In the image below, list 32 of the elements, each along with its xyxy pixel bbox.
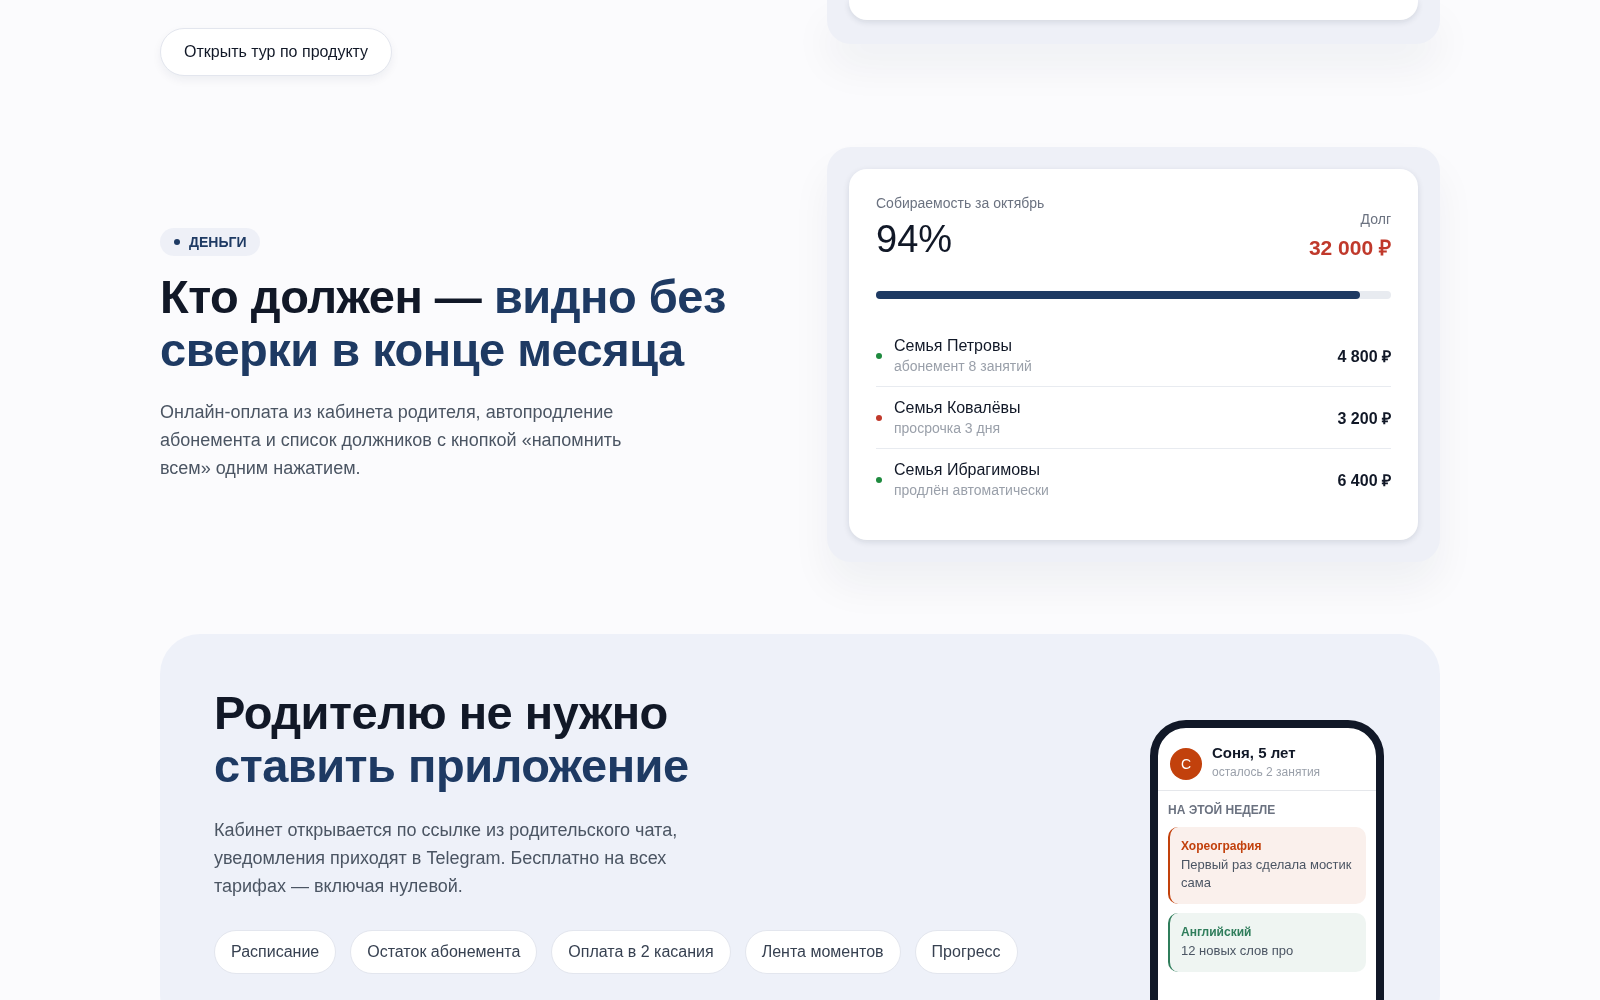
avatar: С	[1170, 748, 1202, 780]
child-name: Соня, 5 лет	[1212, 744, 1297, 761]
lessons-remaining: осталось 2 занятия	[1212, 765, 1321, 779]
section-description: Кабинет открывается по ссылке из родительского чата, уведомления приходят в Telegram. Бесплатно на всех тарифах — включая нулевой.	[214, 819, 679, 898]
family-note: просрочка 3 дня	[894, 420, 1001, 436]
family-name: Семья Ибрагимовы	[894, 461, 1042, 479]
collection-percent: 94%	[876, 218, 953, 261]
family-note: абонемент 8 занятий	[894, 358, 1033, 374]
tour-button[interactable]: Открыть тур по продукту	[160, 28, 393, 76]
payment-amount: 6 400 ₽	[1337, 470, 1391, 491]
payment-amount: 3 200 ₽	[1337, 408, 1391, 429]
feature-chip: Остаток абонемента	[350, 930, 538, 974]
feature-chip: Расписание	[214, 930, 337, 974]
feature-chip: Оплата в 2 касания	[551, 930, 731, 974]
family-note: продлён автоматически	[894, 482, 1050, 498]
section-heading: Кто должен — видно без сверки в конце месяца	[160, 269, 727, 376]
section-tag: ДЕНЬГИ	[160, 227, 261, 256]
feature-chip: Прогресс	[914, 930, 1018, 974]
section-description: Онлайн-оплата из кабинета родителя, автопродление абонемента и список должников с кнопкой «напомнить всем» одним нажатием.	[160, 400, 623, 480]
moment-title: Английский	[1181, 925, 1253, 939]
moment-text: Первый раз сделала мостик сама	[1181, 856, 1353, 892]
section-heading: Родителю не нужно ставить приложение	[214, 686, 690, 792]
debt-amount: 32 000 ₽	[1308, 235, 1391, 261]
feature-chip: Лента моментов	[744, 930, 901, 974]
family-name: Семья Петровы	[894, 337, 1013, 355]
family-name: Семья Ковалёвы	[894, 399, 1022, 417]
debt-label: Долг	[1359, 211, 1391, 227]
moment-text: 12 новых слов про	[1181, 942, 1295, 960]
week-label: НА ЭТОЙ НЕДЕЛЕ	[1167, 801, 1277, 819]
card-caption: Собираемость за октябрь	[876, 195, 1046, 211]
payment-amount: 4 800 ₽	[1337, 346, 1391, 367]
moment-title: Хореография	[1181, 839, 1263, 853]
